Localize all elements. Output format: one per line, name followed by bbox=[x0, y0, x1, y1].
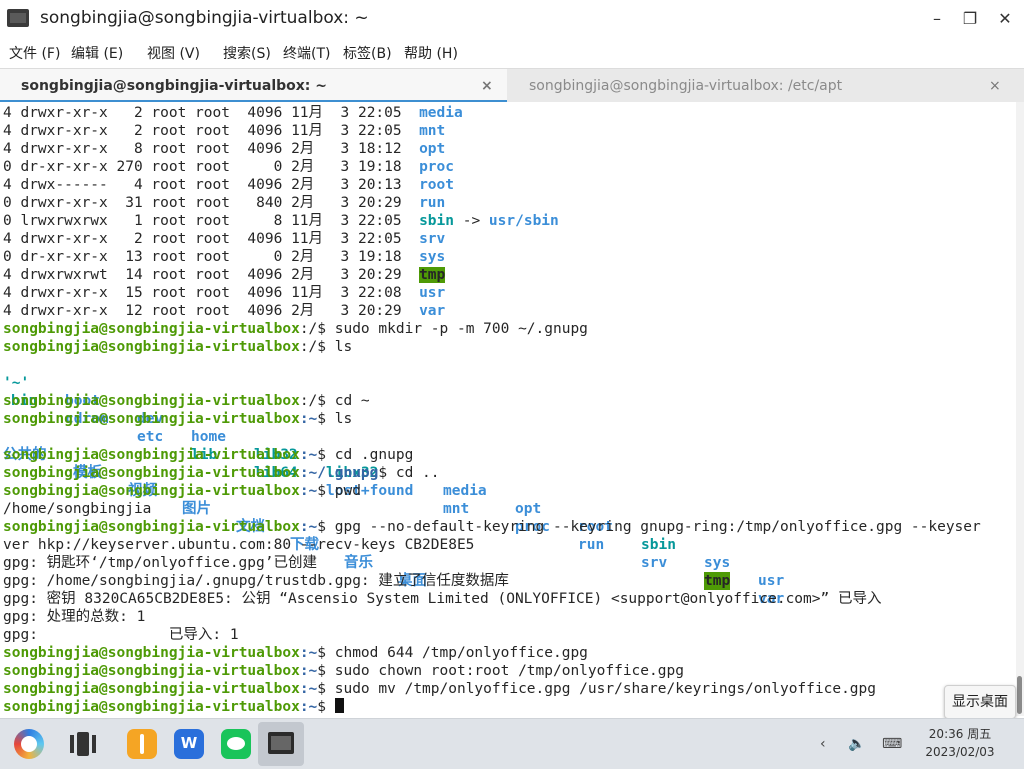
menu-tabs[interactable]: 标签(B) bbox=[343, 43, 392, 63]
wechat-icon[interactable] bbox=[221, 729, 251, 759]
listing-row: 4 drwxr-xr-x 8 root root 4096 2月 3 18:12… bbox=[3, 141, 446, 157]
menu-help[interactable]: 帮助 (H) bbox=[404, 43, 458, 63]
tab-home[interactable]: songbingjia@songbingjia-virtualbox: ~ × bbox=[0, 69, 507, 103]
listing-row: 0 drwxr-xr-x 31 root root 840 2月 3 20:29… bbox=[3, 195, 446, 211]
terminal-output[interactable]: 4 drwxr-xr-x 2 root root 4096 11月 3 22:0… bbox=[0, 102, 1016, 716]
listing-row: 4 drwxr-xr-x 2 root root 4096 11月 3 22:0… bbox=[3, 105, 463, 121]
listing-row: 4 drwxr-xr-x 15 root root 4096 11月 3 22:… bbox=[3, 285, 446, 301]
listing-row: 4 drwxr-xr-x 12 root root 4096 2月 3 20:2… bbox=[3, 303, 446, 319]
prompt-line: songbingjia@songbingjia-virtualbox:/$ su… bbox=[3, 321, 588, 337]
tray-expand-icon[interactable]: ‹ bbox=[820, 736, 826, 752]
terminal-scrollbar[interactable] bbox=[1016, 102, 1024, 716]
listing-row: 4 drwxr-xr-x 2 root root 4096 11月 3 22:0… bbox=[3, 123, 446, 139]
prompt-line: songbingjia@songbingjia-virtualbox:~/.gn… bbox=[3, 465, 440, 481]
prompt-line: songbingjia@songbingjia-virtualbox:~$ su… bbox=[3, 681, 876, 697]
listing-row: 0 dr-xr-xr-x 13 root root 0 2月 3 19:18 s… bbox=[3, 249, 446, 265]
text-cursor bbox=[334, 698, 344, 713]
command-continuation: ver hkp://keyserver.ubuntu.com:80 --recv… bbox=[3, 537, 475, 553]
ls-output-row: bin cdrom etc lib lib64 lost+found mnt p… bbox=[11, 393, 785, 607]
terminal-app-icon bbox=[7, 9, 29, 27]
gpg-output-line: gpg: 处理的总数: 1 bbox=[3, 609, 146, 625]
tab-home-label: songbingjia@songbingjia-virtualbox: ~ bbox=[21, 78, 328, 94]
pwd-output: /home/songbingjia bbox=[3, 501, 152, 517]
title-bar: songbingjia@songbingjia-virtualbox: ~ – … bbox=[0, 0, 1024, 38]
gpg-output-line: gpg: 已导入: 1 bbox=[3, 627, 239, 643]
prompt-line: songbingjia@songbingjia-virtualbox:~$ ls bbox=[3, 411, 353, 427]
scrollbar-thumb[interactable] bbox=[1017, 676, 1022, 714]
terminal-icon bbox=[268, 732, 294, 754]
kylin-start-icon[interactable] bbox=[14, 729, 44, 759]
clock-time: 20:36 周五 bbox=[928, 727, 992, 741]
gpg-output-line: gpg: 密钥 8320CA65CB2DE8E5: 公钥 “Ascensio S… bbox=[3, 591, 882, 607]
listing-row: 4 drwxr-xr-x 2 root root 4096 11月 3 22:0… bbox=[3, 231, 446, 247]
tab-close-icon[interactable]: × bbox=[481, 69, 493, 103]
home-dirs-row: 公共的 模板 视频 图片 文档 下载 音乐 桌面 bbox=[3, 447, 427, 589]
volume-icon[interactable]: 🔈 bbox=[848, 736, 865, 752]
prompt-line: songbingjia@songbingjia-virtualbox:~$ cd… bbox=[3, 447, 414, 463]
prompt-line: songbingjia@songbingjia-virtualbox:~$ gp… bbox=[3, 519, 981, 535]
ls-output-row: '~' boot dev home lib32 libx32 media opt… bbox=[3, 375, 785, 589]
prompt-line: songbingjia@songbingjia-virtualbox:/$ ls bbox=[3, 339, 353, 355]
menu-search[interactable]: 搜索(S) bbox=[223, 43, 271, 63]
multitask-view-icon[interactable] bbox=[67, 729, 97, 759]
gpg-output-line: gpg: 钥匙环‘/tmp/onlyoffice.gpg’已创建 bbox=[3, 555, 317, 571]
tab-etc-apt[interactable]: songbingjia@songbingjia-virtualbox: /etc… bbox=[508, 69, 1024, 103]
tab-close-icon[interactable]: × bbox=[989, 69, 1001, 103]
restore-button[interactable]: ❐ bbox=[959, 8, 981, 30]
tab-etc-apt-label: songbingjia@songbingjia-virtualbox: /etc… bbox=[529, 78, 843, 94]
wps-icon[interactable]: W bbox=[174, 729, 204, 759]
window-title: songbingjia@songbingjia-virtualbox: ~ bbox=[40, 8, 369, 28]
keyboard-icon[interactable]: ⌨ bbox=[882, 736, 902, 752]
close-button[interactable]: ✕ bbox=[994, 8, 1016, 30]
menu-view[interactable]: 视图 (V) bbox=[147, 43, 200, 63]
file-manager-icon[interactable] bbox=[127, 729, 157, 759]
menu-terminal[interactable]: 终端(T) bbox=[283, 43, 330, 63]
menu-bar: 文件 (F) 编辑 (E) 视图 (V) 搜索(S) 终端(T) 标签(B) 帮… bbox=[0, 38, 1024, 68]
clock-date: 2023/02/03 bbox=[925, 745, 995, 759]
gpg-output-line: gpg: /home/songbingjia/.gnupg/trustdb.gp… bbox=[3, 573, 509, 589]
listing-row: 4 drwx------ 4 root root 4096 2月 3 20:13… bbox=[3, 177, 454, 193]
show-desktop-tooltip: 显示桌面 bbox=[944, 685, 1016, 719]
listing-row: 0 lrwxrwxrwx 1 root root 8 11月 3 22:05 s… bbox=[3, 213, 559, 229]
prompt-line: songbingjia@songbingjia-virtualbox:/$ cd… bbox=[3, 393, 370, 409]
minimize-button[interactable]: – bbox=[926, 8, 948, 30]
clock[interactable]: 20:36 周五 2023/02/03 bbox=[920, 725, 1000, 761]
prompt-line: songbingjia@songbingjia-virtualbox:~$ ch… bbox=[3, 645, 588, 661]
menu-file[interactable]: 文件 (F) bbox=[9, 43, 60, 63]
listing-row: 4 drwxrwxrwt 14 root root 4096 2月 3 20:2… bbox=[3, 267, 446, 283]
taskbar: W ‹ 🔈 ⌨ 20:36 周五 2023/02/03 bbox=[0, 718, 1024, 769]
active-prompt[interactable]: songbingjia@songbingjia-virtualbox:~$ bbox=[3, 698, 344, 716]
prompt-line: songbingjia@songbingjia-virtualbox:~$ pw… bbox=[3, 483, 361, 499]
prompt-line: songbingjia@songbingjia-virtualbox:~$ su… bbox=[3, 663, 684, 679]
tab-bar: songbingjia@songbingjia-virtualbox: ~ × … bbox=[0, 68, 1024, 103]
terminal-taskbar-button[interactable] bbox=[258, 722, 304, 766]
menu-edit[interactable]: 编辑 (E) bbox=[71, 43, 123, 63]
listing-row: 0 dr-xr-xr-x 270 root root 0 2月 3 19:18 … bbox=[3, 159, 454, 175]
